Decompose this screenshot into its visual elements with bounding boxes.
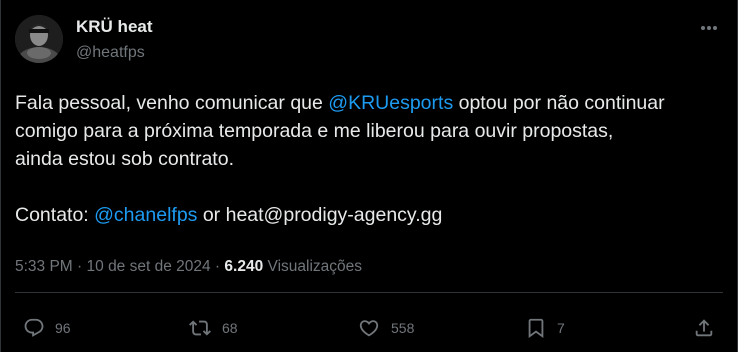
more-options-button[interactable]	[697, 18, 721, 38]
text-span: Contato:	[15, 204, 95, 226]
tweet-time[interactable]: 5:33 PM	[15, 258, 73, 275]
repost-count: 68	[222, 320, 238, 336]
tweet-text: Fala pessoal, venho comunicar que @KRUes…	[15, 89, 725, 229]
reply-button[interactable]: 96	[23, 315, 71, 341]
repost-icon	[189, 320, 211, 336]
mention-link-chanelfps[interactable]: @chanelfps	[94, 204, 197, 226]
bookmark-count: 7	[557, 320, 565, 336]
like-count: 558	[391, 320, 415, 336]
more-icon	[701, 26, 717, 30]
tweet-meta: 5:33 PM · 10 de set de 2024 · 6.240 Visu…	[15, 257, 362, 277]
bookmark-button[interactable]: 7	[525, 315, 565, 341]
text-span: optou por não continuar	[453, 92, 665, 114]
views-label: Visualizações	[263, 258, 363, 275]
author-name[interactable]: KRÜ heat	[76, 17, 153, 37]
tweet-date[interactable]: 10 de set de 2024	[87, 258, 211, 275]
tweet-contact-line: Contato: @chanelfps or heat@prodigy-agen…	[15, 201, 725, 229]
text-span: Fala pessoal, venho comunicar que	[15, 92, 329, 114]
tweet-line-1: Fala pessoal, venho comunicar que @KRUes…	[15, 89, 725, 117]
repost-button[interactable]: 68	[188, 315, 238, 341]
tweet-line-2: comigo para a próxima temporada e me lib…	[15, 120, 614, 142]
avatar-image	[15, 15, 63, 63]
share-icon	[695, 319, 713, 337]
meta-separator: ·	[72, 258, 87, 275]
meta-separator: ·	[210, 258, 225, 275]
reply-count: 96	[55, 320, 71, 336]
heart-icon	[359, 320, 379, 337]
bookmark-icon	[528, 318, 544, 339]
divider	[15, 292, 723, 293]
mention-link-kruesports[interactable]: @KRUesports	[328, 92, 453, 114]
tweet-line-3: ainda estou sob contrato.	[15, 148, 234, 170]
like-button[interactable]: 558	[357, 315, 414, 341]
views-count: 6.240	[224, 258, 264, 275]
tweet-card: KRÜ heat @heatfps Fala pessoal, venho co…	[0, 0, 738, 352]
share-button[interactable]	[693, 315, 715, 341]
author-handle[interactable]: @heatfps	[76, 43, 145, 63]
avatar[interactable]	[15, 15, 63, 63]
text-span: or heat@prodigy-agency.gg	[197, 204, 443, 226]
reply-icon	[24, 318, 44, 337]
